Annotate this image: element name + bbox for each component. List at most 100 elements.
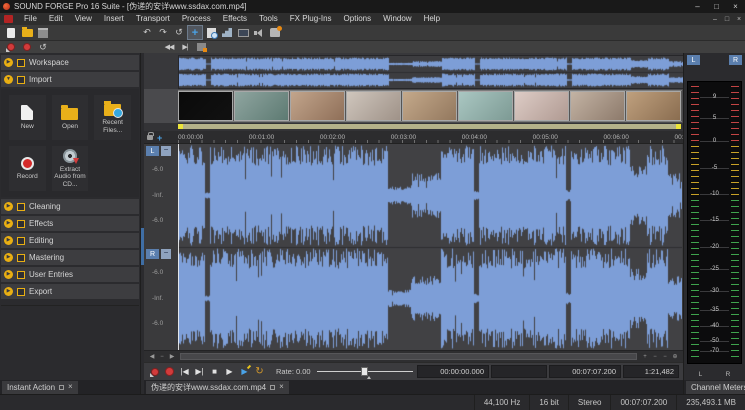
sidebar-section-editing[interactable]: ▶Editing: [1, 233, 139, 248]
menu-process[interactable]: Process: [176, 13, 217, 25]
sidebar-section-cleaning[interactable]: ▶Cleaning: [1, 199, 139, 214]
menu-transport[interactable]: Transport: [130, 13, 176, 25]
mdi-close-button[interactable]: ×: [733, 16, 745, 23]
new-button[interactable]: New: [9, 95, 46, 140]
audio-output-button[interactable]: [252, 26, 266, 39]
mix-paste-button[interactable]: [194, 41, 208, 54]
zoom-tool-button[interactable]: [204, 26, 218, 39]
horizontal-scrollbar[interactable]: ◀ − ▶ + − − ⊕: [144, 350, 683, 362]
record-button[interactable]: Record: [9, 146, 46, 191]
lock-icon[interactable]: [147, 135, 153, 140]
loop-end-handle[interactable]: [676, 124, 681, 129]
open-file-button[interactable]: [20, 26, 34, 39]
playhead-cursor[interactable]: [178, 144, 179, 350]
recent-files-button[interactable]: Recent Files...: [94, 95, 131, 140]
maximize-button[interactable]: □: [707, 0, 726, 13]
rate-slider-handle[interactable]: [361, 367, 368, 376]
close-button[interactable]: ×: [726, 0, 745, 13]
record-button[interactable]: [20, 41, 34, 54]
statistics-button[interactable]: [220, 26, 234, 39]
sidebar-section-import[interactable]: ▼Import: [1, 72, 139, 87]
rewind-all-button[interactable]: ◀◀: [162, 41, 176, 54]
play-as-cutlist-button[interactable]: ▶: [238, 365, 251, 378]
extract-audio-from-cd-button[interactable]: Extract Audio from CD...: [52, 146, 89, 191]
tab-document[interactable]: 伪递的安详www.ssdax.com.mp4 ×: [146, 381, 289, 394]
expand-arrow-icon[interactable]: ▶: [4, 236, 13, 245]
document-icon[interactable]: [4, 15, 13, 23]
menu-insert[interactable]: Insert: [98, 13, 130, 25]
scroll-left-button[interactable]: ◀: [147, 353, 157, 360]
close-icon[interactable]: ×: [279, 383, 284, 391]
menu-file[interactable]: File: [18, 13, 43, 25]
new-file-button[interactable]: [4, 26, 18, 39]
loop-region-bar[interactable]: [144, 123, 683, 131]
overview-strip[interactable]: [144, 53, 683, 89]
scroll-right-button[interactable]: ▶: [167, 353, 177, 360]
ruler-strip[interactable]: 00:00:0000:01:0000:02:0000:03:0000:04:00…: [178, 131, 683, 143]
record-remote-button[interactable]: [148, 365, 161, 378]
menu-window[interactable]: Window: [377, 13, 417, 25]
sidebar-section-effects[interactable]: ▶Effects: [1, 216, 139, 231]
tab-channel-meters[interactable]: Channel Meters: [686, 381, 745, 394]
undo-button[interactable]: ↶: [140, 26, 154, 39]
rate-slider[interactable]: [317, 365, 413, 378]
play-button[interactable]: ▶: [223, 365, 236, 378]
float-icon[interactable]: [270, 385, 275, 390]
loop-start-handle[interactable]: [178, 124, 183, 129]
record-remote-button[interactable]: [4, 41, 18, 54]
scrollbar-thumb[interactable]: [180, 353, 637, 360]
overview-waveform[interactable]: [178, 55, 684, 89]
go-to-start-button[interactable]: |◀: [178, 365, 191, 378]
move-icon[interactable]: +: [157, 134, 162, 142]
selection-length-field[interactable]: 1:21,482: [623, 365, 679, 378]
go-to-end-button[interactable]: ▶|: [178, 41, 192, 54]
video-preview-button[interactable]: [236, 26, 250, 39]
go-to-end-button[interactable]: ▶|: [193, 365, 206, 378]
mdi-minimize-button[interactable]: –: [709, 16, 721, 23]
zoom-selection-button[interactable]: ⊕: [670, 353, 680, 360]
time-ruler[interactable]: + 00:00:0000:01:0000:02:0000:03:0000:04:…: [144, 131, 683, 144]
channel-minimize-button[interactable]: −: [161, 249, 171, 259]
menu-effects[interactable]: Effects: [217, 13, 253, 25]
expand-arrow-icon[interactable]: ▶: [4, 287, 13, 296]
zoom-normal-button[interactable]: −: [660, 354, 670, 360]
menu-view[interactable]: View: [69, 13, 98, 25]
waveform-canvas[interactable]: [178, 144, 682, 350]
mdi-restore-button[interactable]: □: [721, 16, 733, 23]
zoom-out-button[interactable]: −: [650, 354, 660, 360]
sidebar-section-workspace[interactable]: ▶Workspace: [1, 55, 139, 70]
channel-minimize-button[interactable]: −: [161, 146, 171, 156]
save-button[interactable]: [36, 26, 50, 39]
tab-instant-action[interactable]: Instant Action ×: [2, 381, 78, 394]
expand-arrow-icon[interactable]: ▶: [4, 253, 13, 262]
menu-help[interactable]: Help: [418, 13, 446, 25]
minimize-button[interactable]: –: [688, 0, 707, 13]
edit-tool-button[interactable]: +: [188, 26, 202, 39]
open-button[interactable]: Open: [52, 95, 89, 140]
expand-arrow-icon[interactable]: ▼: [4, 75, 13, 84]
selection-end-field[interactable]: 00:07:07.200: [549, 365, 621, 378]
selection-start-field[interactable]: [491, 365, 547, 378]
channel-badge-l[interactable]: L: [146, 146, 159, 156]
hand-tool-button[interactable]: [268, 26, 282, 39]
record-button[interactable]: [163, 365, 176, 378]
stop-button[interactable]: ■: [208, 365, 221, 378]
sidebar-section-mastering[interactable]: ▶Mastering: [1, 250, 139, 265]
redo-button[interactable]: ↷: [156, 26, 170, 39]
expand-arrow-icon[interactable]: ▶: [4, 270, 13, 279]
float-icon[interactable]: [59, 385, 64, 390]
loop-playback-button[interactable]: ↻: [253, 365, 266, 378]
expand-arrow-icon[interactable]: ▶: [4, 202, 13, 211]
waveform-plot[interactable]: [178, 144, 683, 350]
loop-playback-button[interactable]: ↺: [36, 41, 50, 54]
loop-region-track[interactable]: [178, 124, 681, 129]
menu-edit[interactable]: Edit: [43, 13, 69, 25]
sidebar-section-export[interactable]: ▶Export: [1, 284, 139, 299]
menu-options[interactable]: Options: [338, 13, 378, 25]
expand-arrow-icon[interactable]: ▶: [4, 219, 13, 228]
repeat-button[interactable]: ↺: [172, 26, 186, 39]
position-field[interactable]: 00:00:00.000: [417, 365, 489, 378]
channel-badge-r[interactable]: R: [146, 249, 159, 259]
menu-tools[interactable]: Tools: [253, 13, 284, 25]
zoom-in-button[interactable]: +: [640, 354, 650, 360]
